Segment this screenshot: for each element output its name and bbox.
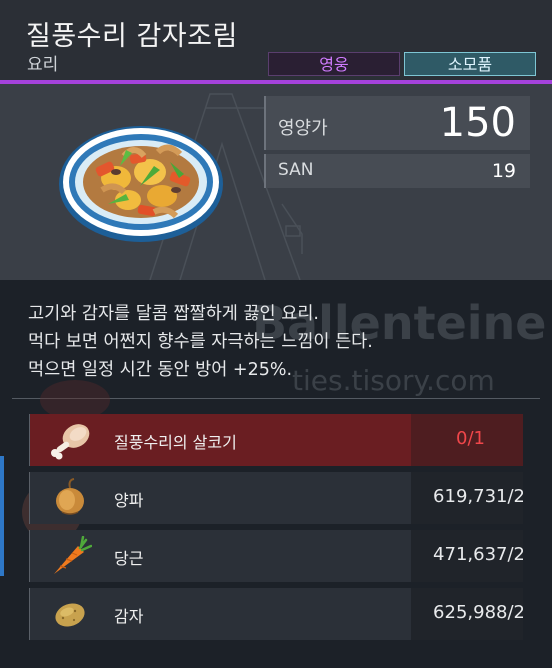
ingredient-name: 감자 <box>114 607 144 626</box>
ingredient-count: 0/1 <box>456 428 485 449</box>
potato-icon <box>55 603 85 627</box>
ingredient-name: 양파 <box>114 491 144 510</box>
description-line: 먹으면 일정 시간 동안 방어 +25%. <box>28 360 293 380</box>
side-accent-bar <box>0 456 4 576</box>
description-line: 고기와 감자를 달콤 짭짤하게 끓인 요리. <box>28 304 319 324</box>
stat-nutrition: 영양가 150 <box>264 96 530 150</box>
ingredient-name: 당근 <box>114 549 144 568</box>
item-title: 질풍수리 감자조림 <box>26 21 238 52</box>
ingredient-count: 619,731/2 <box>433 486 523 507</box>
stat-san-value: 19 <box>491 160 516 182</box>
description-line: 먹다 보면 어쩐지 향수를 자극하는 느낌이 든다. <box>28 332 373 352</box>
tab-hero[interactable]: 영웅 <box>268 52 400 76</box>
meat-leg-icon <box>51 424 90 460</box>
ingredient-row[interactable]: 질풍수리의 살코기 0/1 <box>29 414 523 466</box>
ingredient-row[interactable]: 양파 619,731/2 <box>29 472 523 524</box>
stat-nutrition-value: 150 <box>439 100 516 146</box>
onion-icon <box>56 478 84 515</box>
item-category: 요리 <box>27 55 59 75</box>
stat-nutrition-label: 영양가 <box>278 118 328 139</box>
dish-icon <box>59 126 223 242</box>
ingredient-count: 625,988/2 <box>433 602 523 623</box>
stat-san: SAN 19 <box>264 154 530 188</box>
stat-san-label: SAN <box>278 160 314 180</box>
ingredient-row[interactable]: 당근 471,637/2 <box>29 530 523 582</box>
ingredient-name: 질풍수리의 살코기 <box>114 433 237 452</box>
ingredient-count: 471,637/2 <box>433 544 523 565</box>
tab-consumable[interactable]: 소모품 <box>404 52 536 76</box>
carrot-icon <box>54 536 92 574</box>
ingredient-row[interactable]: 감자 625,988/2 <box>29 588 523 640</box>
item-description: 고기와 감자를 달콤 짭짤하게 끓인 요리. 먹다 보면 어쩐지 향수를 자극하… <box>28 300 528 384</box>
item-header: 질풍수리 감자조림 요리 영웅 소모품 <box>0 0 552 84</box>
